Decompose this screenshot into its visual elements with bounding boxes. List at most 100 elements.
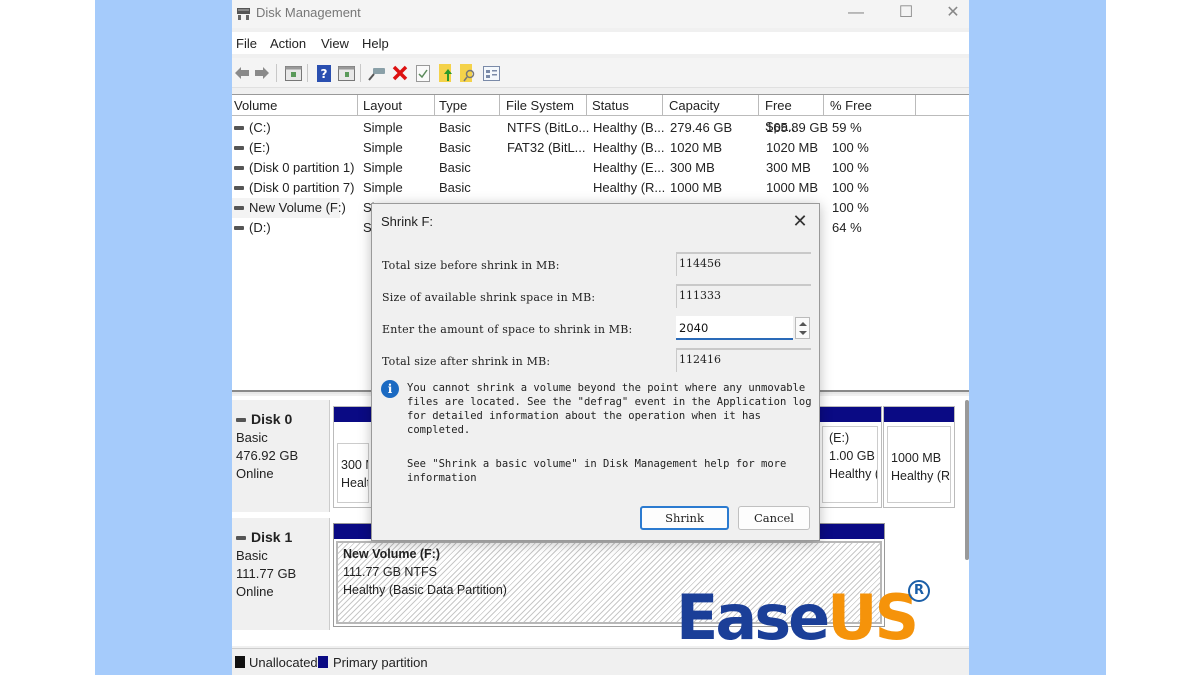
table-row[interactable]: (E:) Simple Basic FAT32 (BitL... Healthy…: [232, 138, 969, 158]
back-icon[interactable]: [232, 63, 252, 83]
title-bar: Disk Management — ☐ ✕: [232, 0, 969, 28]
layout-cell: Simple: [363, 120, 403, 135]
type-cell: Basic: [439, 140, 471, 155]
rescan-icon[interactable]: [367, 63, 387, 83]
free-cell: 165.89 GB: [766, 120, 829, 135]
shrink-amount-input[interactable]: [676, 316, 793, 340]
forward-icon[interactable]: [252, 63, 272, 83]
unallocated-swatch: [235, 656, 245, 668]
disk-0-label[interactable]: Disk 0 Basic 476.92 GB Online: [232, 400, 330, 512]
partition-label: New Volume (F:): [343, 547, 440, 561]
volume-list-header: Volume Layout Type File System Status Ca…: [232, 95, 969, 134]
disk-type: Basic: [236, 548, 268, 563]
toolbar-separator: [360, 64, 361, 82]
close-button[interactable]: ✕: [933, 2, 969, 26]
svg-text:?: ?: [321, 67, 328, 81]
pct-cell: 59 %: [832, 120, 862, 135]
partition-status: Healthy (B: [829, 467, 877, 481]
background-left: [95, 0, 232, 675]
menu-view[interactable]: View: [321, 36, 349, 51]
cancel-button[interactable]: Cancel: [738, 506, 810, 530]
pct-cell: 100 %: [832, 200, 869, 215]
toolbar-separator: [276, 64, 277, 82]
dialog-title: Shrink F:: [381, 214, 434, 229]
menu-action[interactable]: Action: [270, 36, 306, 51]
table-row[interactable]: (Disk 0 partition 1) Simple Basic Health…: [232, 158, 969, 178]
partition-label: (E:): [829, 431, 850, 445]
menu-file[interactable]: File: [236, 36, 257, 51]
disk-map-scrollbar[interactable]: [965, 400, 969, 560]
column-header-volume[interactable]: Volume: [232, 95, 358, 116]
column-header-layout[interactable]: Layout: [358, 95, 435, 116]
export-icon[interactable]: [436, 63, 456, 83]
spinner-up-icon[interactable]: [799, 322, 807, 326]
available-shrink-space-value: 111333: [676, 284, 811, 308]
pct-cell: 100 %: [832, 140, 869, 155]
capacity-cell: 279.46 GB: [670, 120, 733, 135]
volume-name: (D:): [249, 220, 271, 235]
disk-icon: [236, 535, 246, 540]
type-cell: Basic: [439, 120, 471, 135]
type-cell: Basic: [439, 160, 471, 175]
total-size-before-label: Total size before shrink in MB:: [382, 259, 560, 272]
toolbar: ?: [232, 58, 969, 88]
minimize-button[interactable]: —: [836, 2, 876, 26]
partition-size: 1000 MB: [891, 451, 942, 465]
logo-us-text: US: [827, 581, 919, 654]
disk-name: Disk 0: [251, 411, 293, 427]
fs-cell: NTFS (BitLo...: [507, 120, 590, 135]
disk-state: Online: [236, 466, 274, 481]
column-header-free-space[interactable]: Free Spa...: [759, 95, 824, 134]
shrink-amount-spinner[interactable]: [795, 317, 810, 339]
disk-size: 476.92 GB: [236, 448, 299, 463]
disk-1-label[interactable]: Disk 1 Basic 111.77 GB Online: [232, 518, 330, 630]
list-view-icon[interactable]: [481, 63, 501, 83]
status-cell: Healthy (B...: [593, 140, 665, 155]
console-tree-icon[interactable]: [283, 63, 303, 83]
table-row-selected[interactable]: New Volume (F:): [232, 198, 346, 218]
spinner-down-icon[interactable]: [799, 331, 807, 335]
column-header-capacity[interactable]: Capacity: [663, 95, 759, 116]
registered-trademark-icon: R: [908, 580, 930, 602]
legend-unallocated: Unallocated: [249, 655, 318, 670]
shrink-button[interactable]: Shrink: [640, 506, 729, 530]
partition-size: 111.77 GB NTFS: [343, 565, 438, 579]
search-icon[interactable]: [458, 63, 478, 83]
primary-partition-bar: [884, 407, 954, 422]
column-header-status[interactable]: Status: [587, 95, 663, 116]
status-cell: Healthy (E...: [593, 160, 665, 175]
help-icon[interactable]: ?: [314, 63, 334, 83]
partition-e[interactable]: (E:) 1.00 GB FA Healthy (B: [818, 406, 882, 508]
menu-help[interactable]: Help: [362, 36, 389, 51]
volume-name: New Volume (F:): [249, 200, 346, 215]
partition-disk0-7[interactable]: 1000 MB Healthy (R: [883, 406, 955, 508]
table-row[interactable]: (C:) Simple Basic NTFS (BitLo... Healthy…: [232, 118, 969, 138]
disk-management-app-icon: [237, 8, 250, 20]
column-header-percent-free[interactable]: % Free: [824, 95, 916, 116]
delete-icon[interactable]: [390, 63, 410, 83]
maximize-button[interactable]: ☐: [886, 2, 926, 26]
logo-ease-text: Ease: [676, 581, 830, 654]
info-icon: i: [381, 380, 399, 398]
dialog-close-button[interactable]: ✕: [787, 208, 813, 234]
primary-partition-bar: [819, 407, 881, 422]
table-row[interactable]: (Disk 0 partition 7) Simple Basic Health…: [232, 178, 969, 198]
total-size-after-label: Total size after shrink in MB:: [382, 355, 551, 368]
window-title: Disk Management: [256, 5, 361, 20]
properties-icon[interactable]: [413, 63, 433, 83]
column-header-type[interactable]: Type: [435, 95, 500, 116]
layout-cell: Simple: [363, 160, 403, 175]
partition-disk0-1[interactable]: 300 M Healtl: [333, 406, 373, 508]
status-cell: Healthy (R...: [593, 180, 666, 195]
pct-cell: 100 %: [832, 180, 869, 195]
column-header-file-system[interactable]: File System: [500, 95, 587, 116]
shrink-dialog: Shrink F: ✕ Total size before shrink in …: [371, 203, 820, 541]
drive-icon: [234, 125, 244, 130]
layout-cell: Simple: [363, 140, 403, 155]
toolbar-separator: [307, 64, 308, 82]
type-cell: Basic: [439, 180, 471, 195]
partition-status: Healtl: [341, 476, 368, 490]
drive-icon: [234, 225, 244, 230]
show-action-pane-icon[interactable]: [336, 63, 356, 83]
volume-name: (C:): [249, 120, 271, 135]
